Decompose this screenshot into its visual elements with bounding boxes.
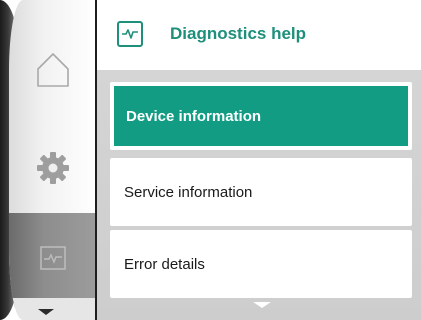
menu-item-error-details[interactable]: Error details: [110, 230, 412, 298]
page-header: Diagnostics help: [97, 0, 421, 70]
nav-item-settings[interactable]: [9, 128, 96, 212]
gear-icon: [35, 150, 71, 191]
pulse-monitor-icon: [39, 246, 66, 275]
menu-item-label: Error details: [124, 255, 205, 273]
pulse-monitor-icon: [117, 21, 143, 47]
home-icon: [35, 51, 71, 94]
nav-item-home[interactable]: [9, 20, 96, 124]
menu-panel: Device information Service information E…: [97, 70, 421, 320]
menu-item-label: Service information: [124, 183, 253, 201]
chevron-down-icon[interactable]: [253, 302, 271, 308]
nav-item-diagnostics[interactable]: [9, 213, 96, 308]
menu-item-device-information[interactable]: Device information: [110, 82, 412, 150]
page-title: Diagnostics help: [170, 24, 307, 43]
menu-item-service-information[interactable]: Service information: [110, 158, 412, 226]
chevron-down-icon[interactable]: [38, 309, 54, 315]
menu-item-label: Device information: [126, 107, 262, 125]
nav-rail: [9, 0, 96, 320]
